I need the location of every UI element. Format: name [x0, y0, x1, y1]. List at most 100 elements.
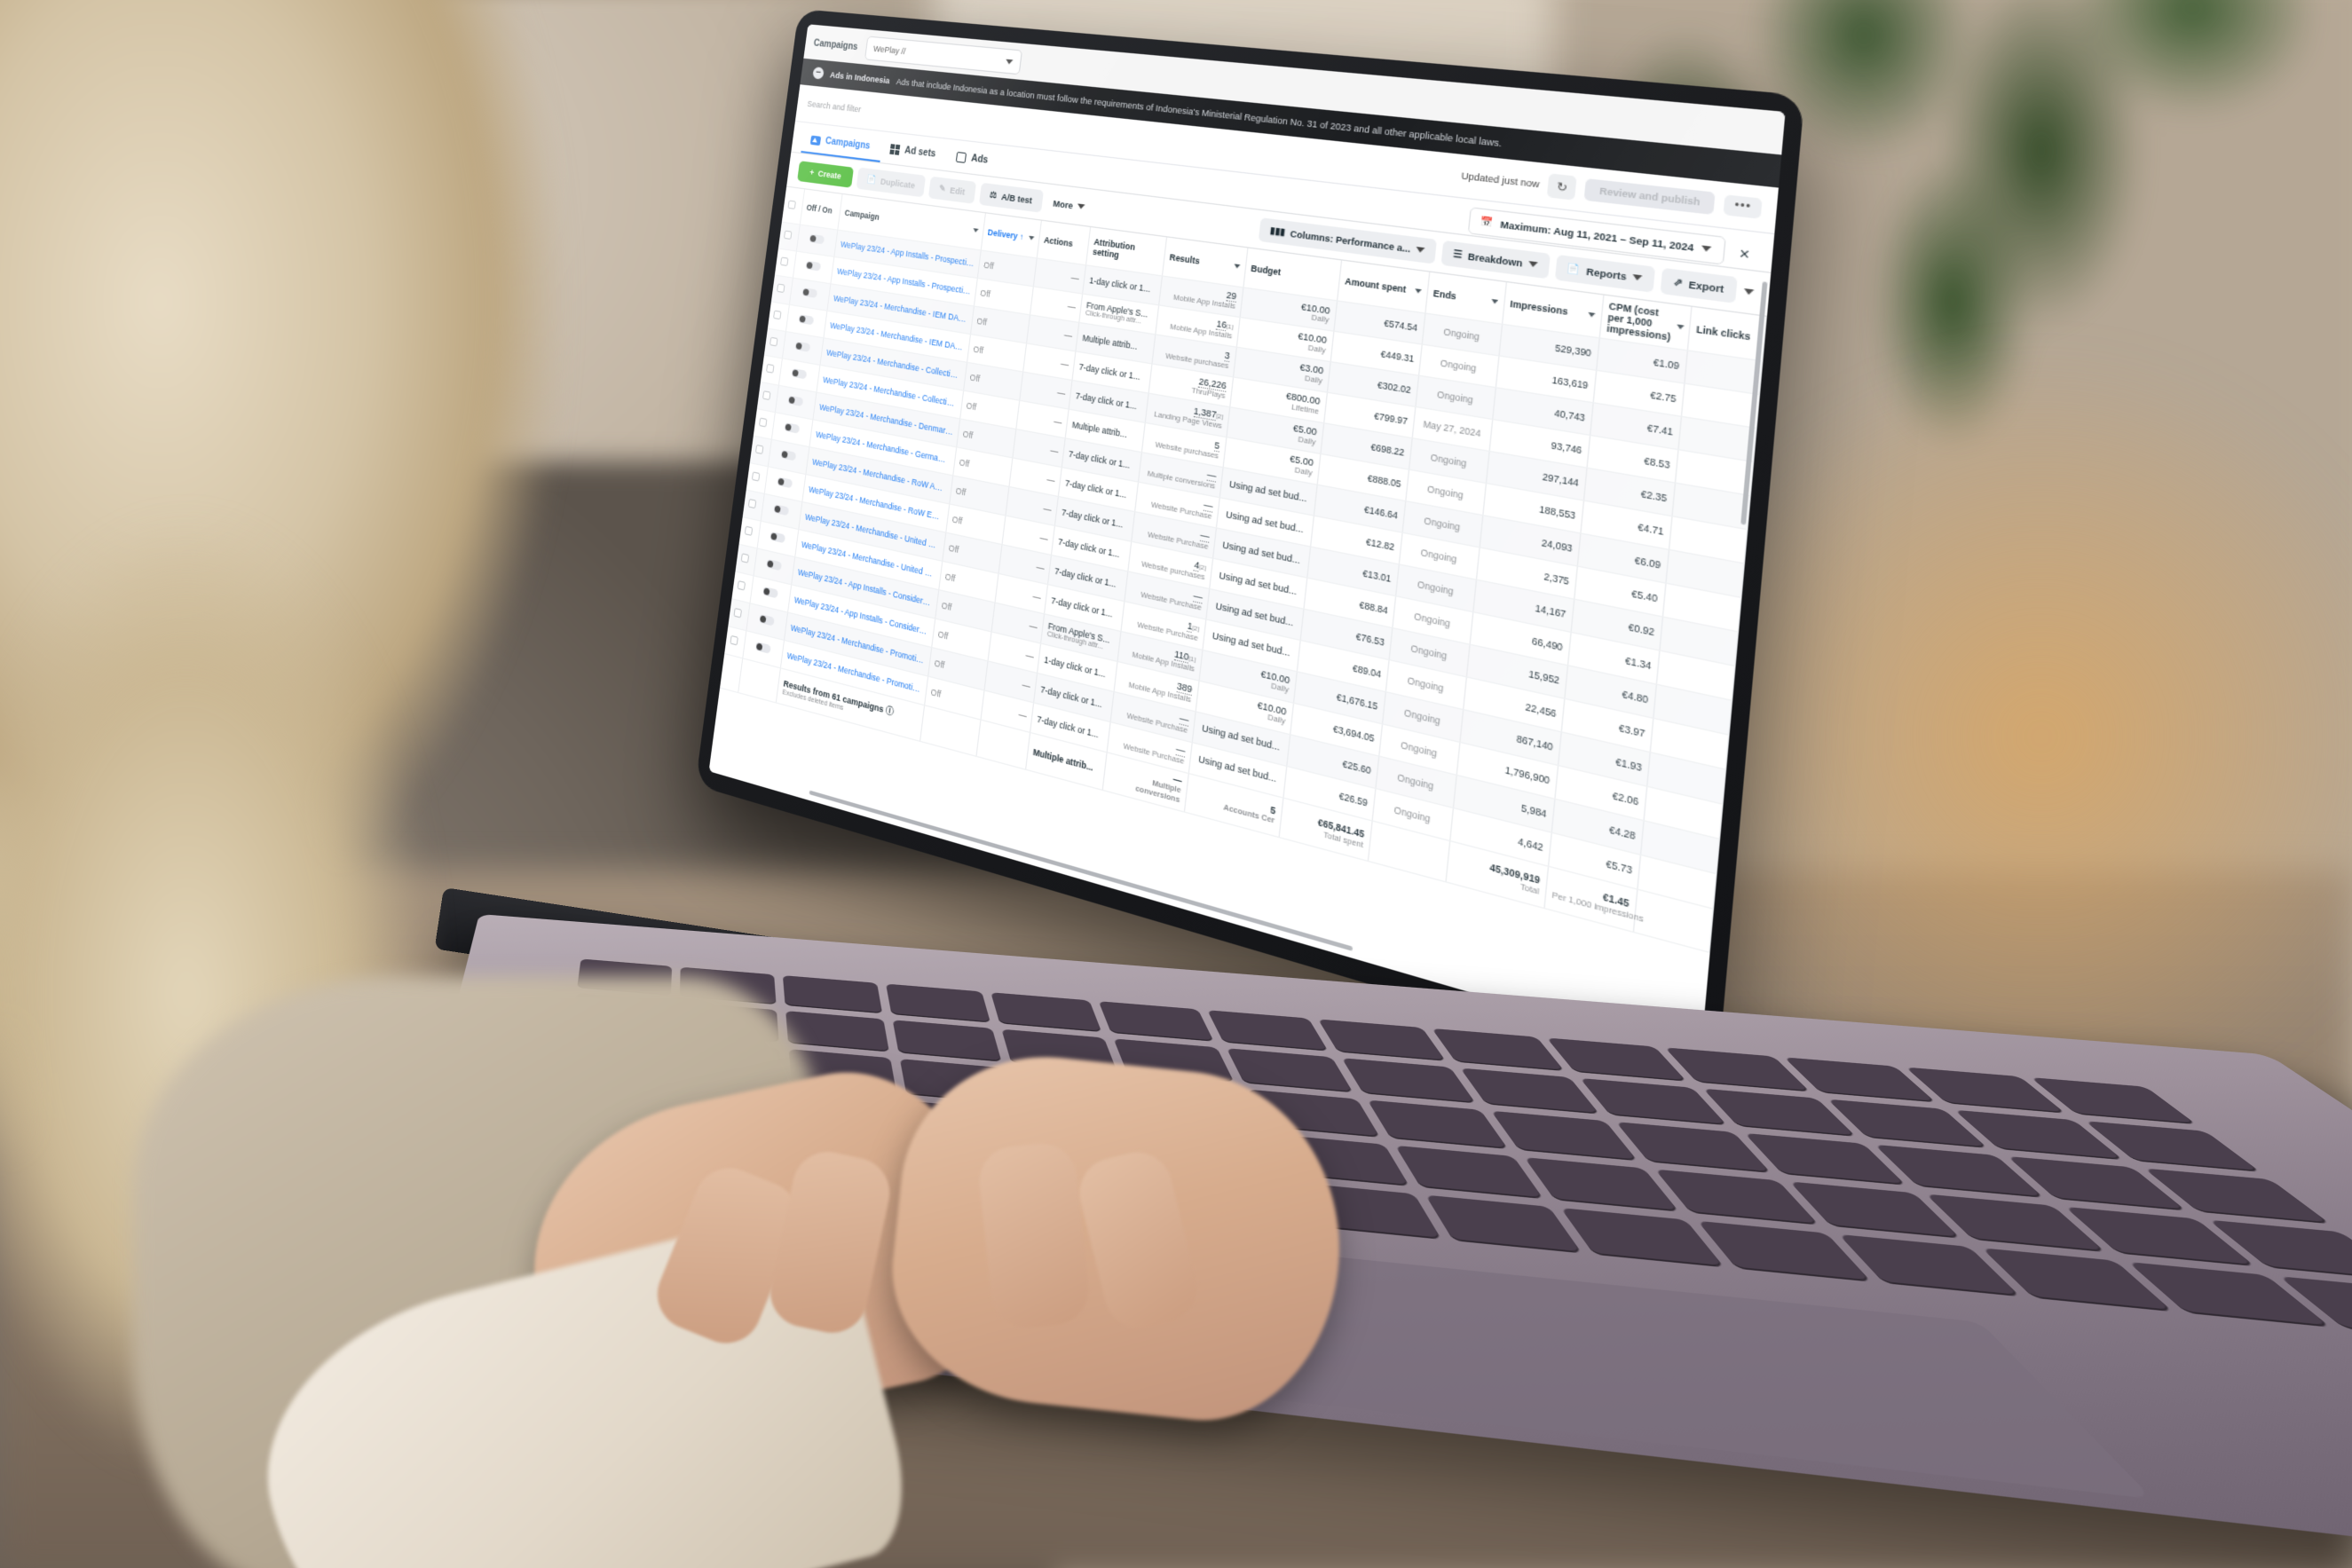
- keyboard-key[interactable]: [1906, 1067, 2065, 1114]
- chevron-down-icon: [1631, 274, 1643, 281]
- keyboard-key[interactable]: [1546, 1037, 1686, 1082]
- keyboard-key[interactable]: [1524, 1157, 1680, 1212]
- export-chevron-down-icon[interactable]: [1743, 288, 1755, 295]
- toggle-icon[interactable]: [784, 422, 801, 435]
- campaigns-table: Off / On Campaign Delivery ↑ Actions Att…: [720, 186, 1767, 953]
- checkbox-icon[interactable]: [787, 200, 796, 209]
- keyboard-key[interactable]: [1342, 1058, 1476, 1104]
- campaigns-label: Campaigns: [813, 37, 859, 52]
- toggle-icon[interactable]: [794, 342, 811, 353]
- keyboard-key[interactable]: [2064, 1206, 2255, 1267]
- keyboard-key[interactable]: [886, 983, 991, 1023]
- toggle-icon[interactable]: [791, 368, 808, 380]
- col-cpm-label: CPM (cost per 1,000 impressions): [1606, 300, 1671, 343]
- ad-account-value: WePlay //: [872, 43, 906, 57]
- keyboard-key[interactable]: [2127, 1262, 2331, 1328]
- keyboard-key[interactable]: [1925, 1194, 2106, 1253]
- keyboard-key[interactable]: [1459, 1068, 1600, 1115]
- breakdown-icon: ☰: [1452, 248, 1464, 261]
- breakdown-label: Breakdown: [1467, 250, 1524, 269]
- duplicate-button[interactable]: 📄 Duplicate: [856, 167, 927, 198]
- edit-button[interactable]: ✎ Edit: [927, 176, 976, 204]
- keyboard-key[interactable]: [892, 1020, 1003, 1062]
- reports-label: Reports: [1585, 265, 1628, 282]
- toggle-icon[interactable]: [780, 449, 797, 461]
- keyboard-key[interactable]: [1663, 1047, 1811, 1092]
- keyboard-key[interactable]: [785, 1011, 889, 1052]
- overflow-menu-button[interactable]: •••: [1724, 194, 1763, 219]
- finger: [975, 1139, 1093, 1332]
- search-input[interactable]: Search and filter: [807, 99, 862, 114]
- keyboard-key[interactable]: [2030, 1077, 2197, 1125]
- reports-button[interactable]: 📄 Reports: [1554, 254, 1655, 293]
- keyboard-key[interactable]: [1395, 1145, 1543, 1200]
- folder-icon: [809, 135, 822, 146]
- toggle-icon[interactable]: [798, 314, 815, 326]
- review-and-publish-button[interactable]: Review and publish: [1584, 178, 1717, 216]
- col-campaign-label: Campaign: [844, 208, 880, 223]
- chevron-down-icon[interactable]: [1028, 235, 1035, 240]
- toggle-icon[interactable]: [805, 261, 822, 272]
- col-ends-label: Ends: [1433, 288, 1457, 303]
- keyboard-key[interactable]: [1431, 1028, 1565, 1072]
- chevron-down-icon[interactable]: [1414, 288, 1422, 294]
- ads-manager-app: Campaigns WePlay // − Ads in Indonesia A…: [708, 24, 1786, 1060]
- keyboard-key[interactable]: [1981, 1248, 2174, 1312]
- keyboard-key[interactable]: [2007, 1155, 2186, 1211]
- checkbox-icon[interactable]: [779, 256, 789, 267]
- toggle-icon[interactable]: [787, 395, 804, 407]
- keyboard-key[interactable]: [1783, 1057, 1937, 1103]
- keyboard-key[interactable]: [2143, 1168, 2331, 1225]
- keyboard-key[interactable]: [1743, 1132, 1906, 1186]
- keyboard-key[interactable]: [1368, 1099, 1509, 1149]
- keyboard-key[interactable]: [1697, 1220, 1871, 1282]
- keyboard-key[interactable]: [1827, 1099, 1988, 1148]
- keyboard-key[interactable]: [991, 992, 1102, 1033]
- keyboard-key[interactable]: [1788, 1181, 1961, 1239]
- close-icon[interactable]: ×: [1732, 244, 1758, 264]
- ab-test-button[interactable]: ⚖ A/B test: [978, 182, 1044, 213]
- checkbox-icon[interactable]: [783, 231, 793, 240]
- refresh-icon[interactable]: ↻: [1547, 173, 1578, 201]
- chevron-down-icon: [1701, 245, 1712, 253]
- keyboard-key[interactable]: [1654, 1169, 1819, 1225]
- keyboard-key[interactable]: [1837, 1233, 2021, 1297]
- keyboard-key[interactable]: [1580, 1077, 1727, 1126]
- keyboard-key[interactable]: [1559, 1208, 1725, 1268]
- campaigns-table-container[interactable]: Off / On Campaign Delivery ↑ Actions Att…: [708, 186, 1767, 1060]
- keyboard-key[interactable]: [1318, 1019, 1446, 1061]
- col-off-on: Off / On: [800, 189, 843, 231]
- edit-label: Edit: [949, 185, 966, 197]
- toggle-icon[interactable]: [801, 288, 818, 299]
- keyboard-key[interactable]: [1702, 1088, 1857, 1137]
- columns-label: Columns: Performance a...: [1290, 228, 1412, 255]
- chevron-down-icon[interactable]: [1490, 298, 1498, 304]
- chevron-down-icon[interactable]: [1676, 324, 1685, 330]
- keyboard-key[interactable]: [1954, 1109, 2123, 1161]
- toggle-icon[interactable]: [809, 234, 825, 245]
- more-button[interactable]: More: [1047, 197, 1092, 212]
- keyboard-key[interactable]: [1207, 1010, 1330, 1052]
- keyboard-key[interactable]: [782, 975, 883, 1014]
- keyboard-key[interactable]: [1425, 1194, 1582, 1254]
- square-icon: [955, 151, 967, 163]
- keyboard-key[interactable]: [1490, 1110, 1638, 1162]
- export-button[interactable]: ⇗ Export: [1660, 267, 1738, 303]
- breakdown-button[interactable]: ☰ Breakdown: [1440, 240, 1551, 280]
- copy-icon: 📄: [866, 174, 878, 185]
- keyboard-key[interactable]: [2084, 1121, 2261, 1172]
- chevron-down-icon: [1005, 59, 1014, 65]
- create-button[interactable]: + Create: [797, 160, 855, 188]
- col-amount-spent-label: Amount spent: [1344, 275, 1407, 295]
- pencil-icon: ✎: [938, 183, 947, 194]
- chevron-down-icon[interactable]: [1233, 264, 1241, 269]
- chevron-down-icon[interactable]: [1587, 311, 1596, 318]
- export-label: Export: [1688, 278, 1725, 295]
- col-results-label: Results: [1169, 251, 1201, 267]
- chevron-down-icon[interactable]: [972, 228, 979, 233]
- columns-icon: ▮▮▮: [1269, 225, 1286, 238]
- keyboard-key[interactable]: [1615, 1122, 1771, 1173]
- keyboard-key[interactable]: [1227, 1048, 1354, 1093]
- keyboard-key[interactable]: [1098, 1001, 1214, 1042]
- keyboard-key[interactable]: [1874, 1144, 2045, 1198]
